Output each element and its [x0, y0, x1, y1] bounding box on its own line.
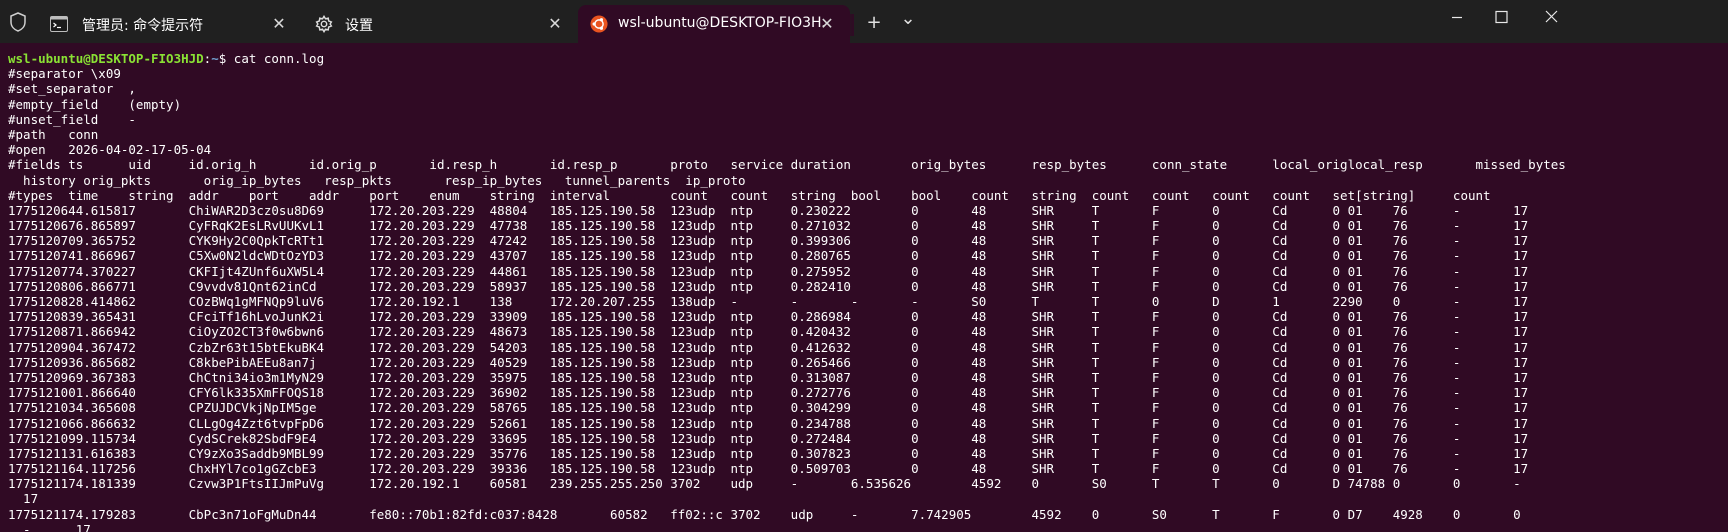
- log-line: 1775121164.117256 ChxHYl7co1gGZcbE3 172.…: [8, 461, 1529, 477]
- log-line: #empty_field (empty): [8, 96, 182, 112]
- log-line: 1775120871.866942 CiOyZO2CT3f0w6bwn6 172…: [8, 324, 1529, 340]
- log-line: #path conn: [8, 126, 99, 142]
- log-line: 1775121001.866640 CFY6lk335XmFFOQS18 172…: [8, 385, 1529, 401]
- log-line: - 17: [8, 521, 91, 532]
- log-line: #set_separator ,: [8, 81, 136, 97]
- log-line: 1775121099.115734 CydSCrek82SbdF9E4 172.…: [8, 430, 1529, 446]
- tab-title: 设置: [345, 18, 373, 34]
- log-line: 1775120774.370227 CKFIjt4ZUnf6uXW5L4 172…: [8, 263, 1529, 279]
- maximize-button[interactable]: [1477, 0, 1525, 36]
- log-line: 1775120904.367472 CzbZr63t15btEkuBK4 172…: [8, 339, 1529, 355]
- prompt-user-host: wsl-ubuntu@DESKTOP-FIO3HJD: [8, 51, 204, 66]
- log-line: 17: [8, 491, 39, 507]
- prompt-line: wsl-ubuntu@DESKTOP-FIO3HJD:~$ cat conn.l…: [8, 51, 1724, 66]
- log-line: 1775121174.181339 Czvw3P1FtsIIJmPuVg 172…: [8, 476, 1521, 492]
- log-line: 1775120806.866771 C9vvdv81Qnt62inCd 172.…: [8, 278, 1529, 294]
- close-window-button[interactable]: [1528, 0, 1576, 36]
- log-line: 1775120676.865897 CyFRqK2EsLRvUUKvL1 172…: [8, 218, 1529, 234]
- log-line: 1775121066.866632 CLLgOg4Zzt6tvpFpD6 172…: [8, 415, 1529, 431]
- tab-title-fade: [840, 14, 854, 36]
- log-line: #types time string addr port addr port e…: [8, 187, 1491, 203]
- log-line: 1775120839.365431 CFciTf16hLvoJunK2i 172…: [8, 309, 1529, 325]
- log-line: 1775120828.414862 COzBWq1gMFNQp9luV6 172…: [8, 294, 1529, 309]
- prompt-path: ~: [211, 51, 219, 66]
- tab-admin-cmd[interactable]: 管理员: 命令提示符 ✕: [38, 5, 300, 43]
- log-line: #unset_field -: [8, 111, 136, 127]
- prompt-dollar: $: [218, 51, 234, 66]
- tab-wsl-ubuntu[interactable]: wsl-ubuntu@DESKTOP-FIO3H. ✕: [578, 5, 850, 43]
- chevron-down-icon[interactable]: ⌄: [897, 8, 919, 30]
- log-line: 1775120969.367383 ChCtni34io3m1MyN29 172…: [8, 369, 1529, 385]
- log-line: history orig_pkts orig_ip_bytes resp_pkt…: [8, 172, 746, 188]
- new-tab-button[interactable]: +: [863, 12, 885, 34]
- log-line: 1775121174.179283 CbPc3n71oFgMuDn44 fe80…: [8, 506, 1521, 522]
- tab-title: 管理员: 命令提示符: [82, 18, 204, 34]
- log-line: 1775121034.365608 CPZUJDCVkjNpIM5ge 172.…: [8, 400, 1529, 416]
- close-icon[interactable]: ✕: [546, 15, 564, 33]
- log-line: #open 2026-04-02-17-05-04: [8, 142, 212, 158]
- log-line: #fields ts uid id.orig_h id.orig_p id.re…: [8, 157, 1566, 173]
- shield-icon: [10, 12, 26, 32]
- log-line: 1775120644.615817 ChiWAR2D3cz0su8D69 172…: [8, 202, 1529, 218]
- title-bar: 管理员: 命令提示符 ✕ 设置 ✕ wsl-ubuntu@DESKTOP-FIO…: [0, 0, 1728, 43]
- terminal-window: 管理员: 命令提示符 ✕ 设置 ✕ wsl-ubuntu@DESKTOP-FIO…: [0, 0, 1728, 532]
- log-line: 1775120709.365752 CYK9Hy2C0QpkTcRTt1 172…: [8, 233, 1529, 249]
- log-line: #separator \x09: [8, 66, 121, 82]
- tab-settings[interactable]: 设置 ✕: [300, 5, 578, 43]
- log-line: 1775120936.865682 C8kbePibAEEu8an7j 172.…: [8, 354, 1529, 370]
- prompt-command: cat conn.log: [233, 51, 325, 66]
- log-line: 1775120741.866967 C5Xw0N2ldcWDtOzYD3 172…: [8, 248, 1529, 264]
- log-line: 1775121131.616383 CY9zXo3Saddb9MBL99 172…: [8, 445, 1529, 461]
- terminal-output[interactable]: wsl-ubuntu@DESKTOP-FIO3HJD:~$ cat conn.l…: [8, 51, 1724, 532]
- close-icon[interactable]: ✕: [818, 15, 836, 33]
- close-icon[interactable]: ✕: [270, 15, 288, 33]
- ubuntu-icon: [590, 15, 608, 33]
- cmd-icon: [50, 16, 68, 32]
- log-content: #separator \x09 #set_separator , #empty_fi…: [8, 66, 1724, 532]
- minimize-button[interactable]: [1433, 0, 1481, 36]
- tab-title: wsl-ubuntu@DESKTOP-FIO3H.: [618, 15, 826, 31]
- gear-icon: [315, 15, 333, 33]
